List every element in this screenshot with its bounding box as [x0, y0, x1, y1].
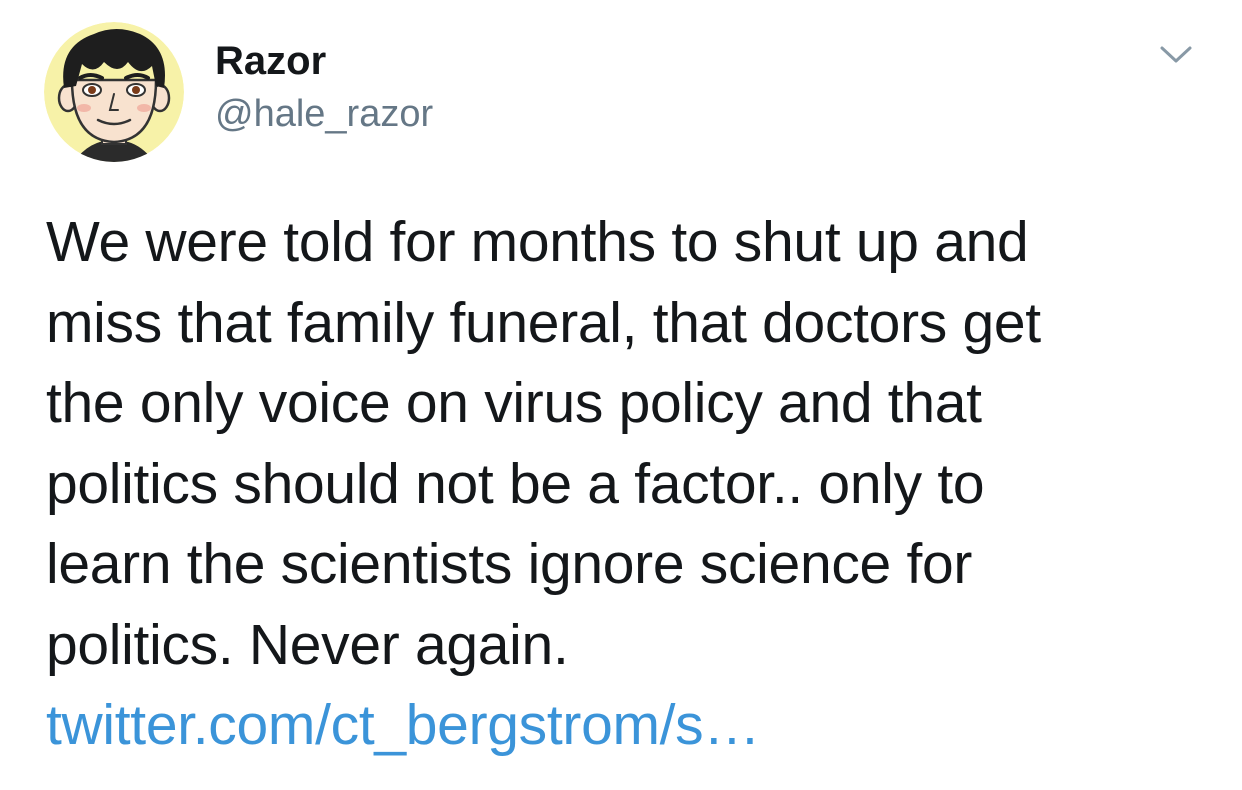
tweet-menu-button[interactable] — [1156, 40, 1196, 68]
quoted-tweet-link[interactable]: twitter.com/ct_bergstrom/s… — [46, 685, 1206, 766]
tweet-text-line: the only voice on virus policy and that — [46, 371, 982, 435]
tweet-card: Razor @hale_razor We were told for month… — [0, 0, 1242, 790]
tweet-text-line: miss that family funeral, that doctors g… — [46, 290, 1041, 355]
author-handle[interactable]: @hale_razor — [215, 92, 433, 136]
cartoon-face-icon — [44, 22, 184, 162]
tweet-text-line: learn the scientists ignore science for — [46, 532, 973, 596]
author-display-name[interactable]: Razor — [215, 38, 326, 84]
tweet-text-line: politics should not be a factor.. only t… — [46, 451, 985, 516]
profile-avatar[interactable] — [44, 22, 184, 162]
tweet-text-line: politics. Never again. — [46, 612, 569, 677]
chevron-down-icon — [1160, 46, 1192, 63]
tweet-text-line: We were told for months to shut up and — [46, 210, 1029, 274]
tweet-body: We were told for months to shut up and m… — [46, 202, 1206, 766]
